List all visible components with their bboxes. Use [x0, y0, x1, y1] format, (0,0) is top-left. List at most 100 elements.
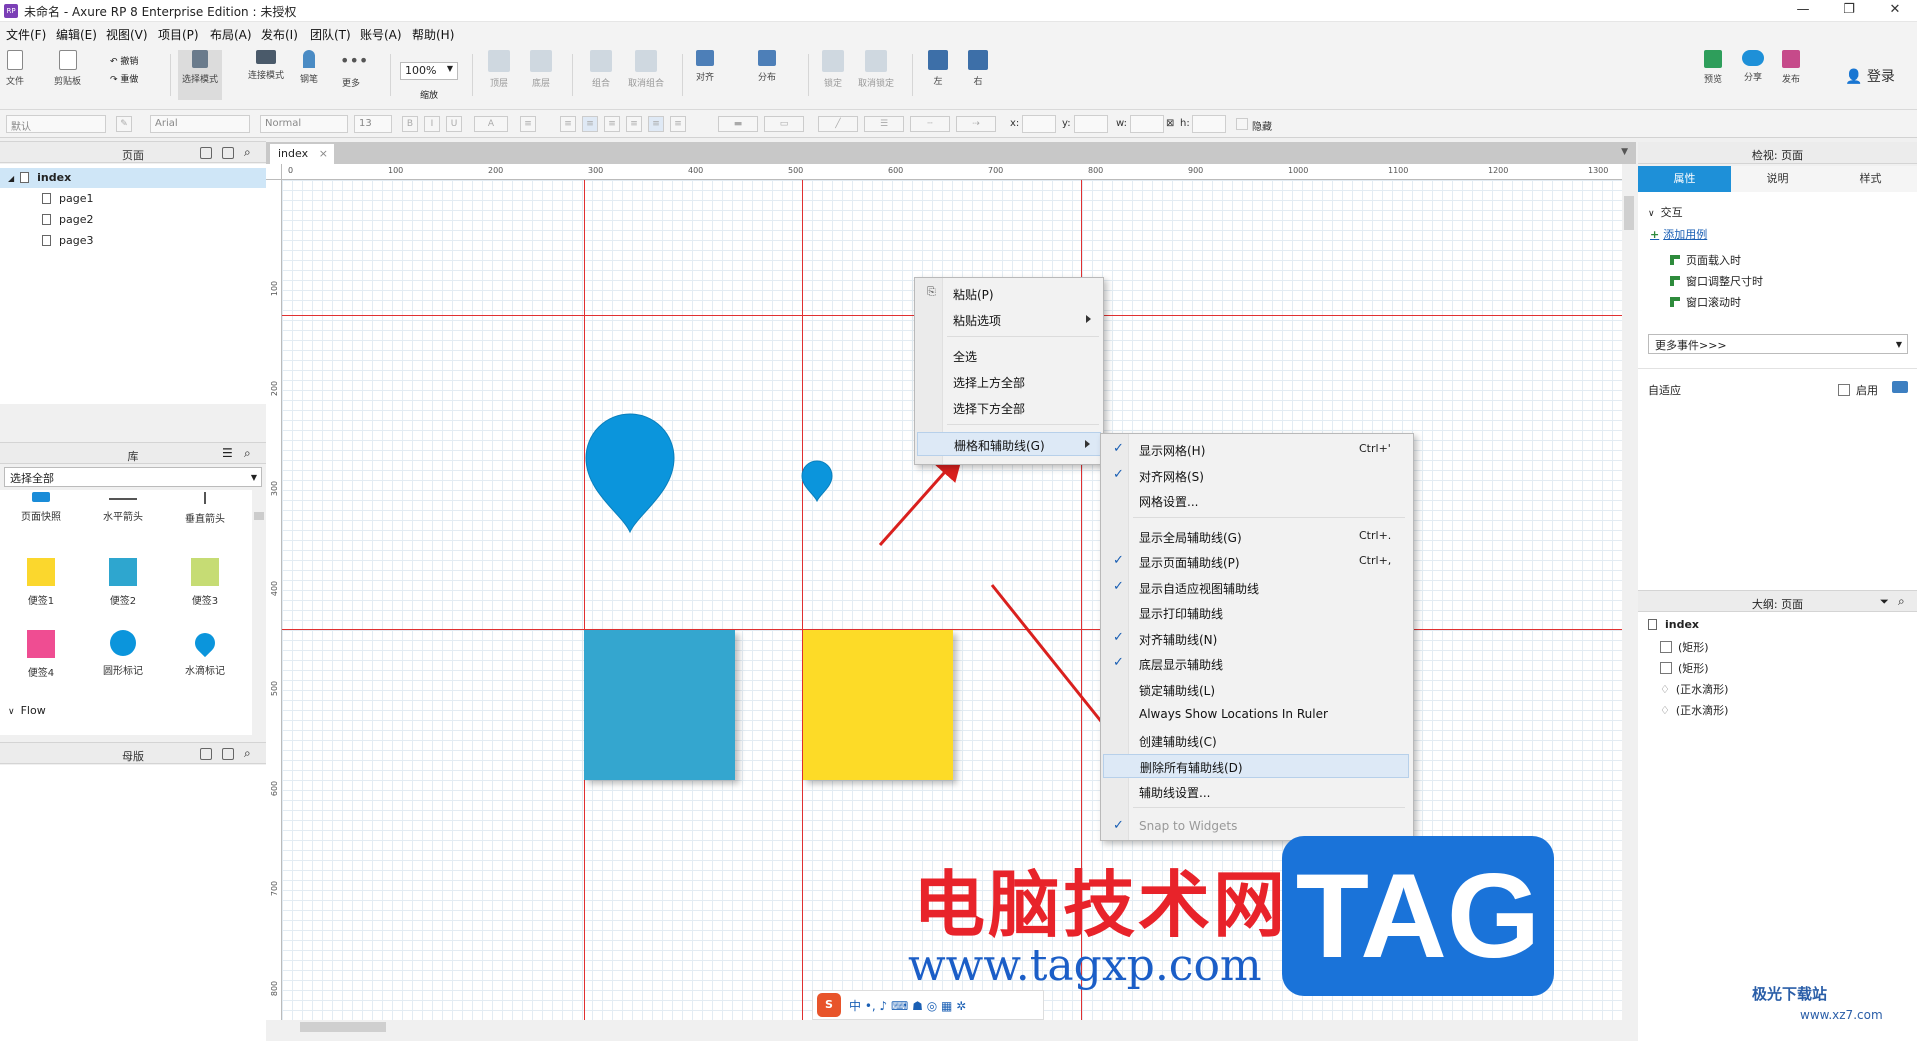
ungroup-button[interactable]: 取消组合 [628, 50, 664, 89]
align-button[interactable]: 对齐 [696, 50, 714, 83]
font-size-select[interactable]: 13 [354, 115, 392, 133]
add-folder-icon[interactable] [222, 748, 234, 760]
publish-button[interactable]: 发布 [1782, 50, 1800, 85]
search-icon[interactable]: ⌕ [244, 145, 251, 160]
submenu-item[interactable]: 显示全局辅助线(G) Ctrl+. [1103, 525, 1409, 549]
vertical-ruler[interactable]: 100 200 300 400 500 600 700 800 [266, 180, 282, 1020]
valign-top-icon[interactable]: ≡ [626, 116, 642, 132]
clipboard-button[interactable]: 剪贴板 [54, 50, 81, 87]
add-page-icon[interactable] [200, 147, 212, 159]
line-color-icon[interactable]: ╱ [818, 116, 858, 132]
left-panel-toggle[interactable]: 左 [928, 50, 948, 87]
menu-account[interactable]: 账号(A) [360, 26, 402, 43]
align-center-icon[interactable]: ≡ [582, 116, 598, 132]
event-page-load[interactable]: 页面载入时 [1670, 252, 1741, 268]
tab-style[interactable]: 样式 [1824, 166, 1917, 192]
valign-middle-icon[interactable]: ≡ [648, 116, 664, 132]
adaptive-settings-icon[interactable] [1892, 381, 1908, 393]
hidden-checkbox[interactable] [1236, 118, 1248, 130]
lib-item-sticky1[interactable]: 便签1 [6, 558, 76, 607]
event-window-resize[interactable]: 窗口调整尺寸时 [1670, 273, 1763, 289]
submenu-item[interactable]: 辅助线设置... [1103, 780, 1409, 804]
outline-item-rect[interactable]: (矩形) [1660, 639, 1709, 655]
submenu-item[interactable]: ✓ 底层显示辅助线 [1103, 652, 1409, 676]
menu-project[interactable]: 项目(P) [158, 26, 199, 43]
page-item-page2[interactable]: page2 [42, 213, 93, 226]
zoom-select[interactable]: 100% ▼ [400, 62, 458, 80]
submenu-item[interactable]: ✓ 对齐辅助线(N) [1103, 627, 1409, 651]
adaptive-enable-checkbox[interactable]: 启用 [1838, 382, 1878, 398]
maximize-icon[interactable]: ❐ [1826, 0, 1872, 22]
align-left-icon[interactable]: ≡ [560, 116, 576, 132]
shadow-icon[interactable]: ▭ [764, 116, 804, 132]
font-select[interactable]: Arial [150, 115, 250, 133]
unlock-button[interactable]: 取消锁定 [858, 50, 894, 89]
chevron-down-icon[interactable]: ▼ [1621, 147, 1628, 157]
menu-file[interactable]: 文件(F) [6, 26, 46, 43]
lib-item-horizontal-arrow[interactable]: 水平箭头 [88, 492, 158, 523]
library-scrollbar[interactable] [252, 490, 266, 735]
lib-item-sticky2[interactable]: 便签2 [88, 558, 158, 607]
style-edit-icon[interactable]: ✎ [116, 116, 132, 132]
y-input[interactable] [1074, 115, 1108, 133]
arrow-style-icon[interactable]: ⇢ [956, 116, 996, 132]
add-case-link[interactable]: + 添加用例 [1650, 226, 1707, 242]
lib-item-vertical-arrow[interactable]: 垂直箭头 [170, 492, 240, 525]
tab-notes[interactable]: 说明 [1731, 166, 1824, 192]
add-master-icon[interactable] [200, 748, 212, 760]
menu-item-paste-options[interactable]: 粘贴选项 [917, 308, 1101, 332]
distribute-button[interactable]: 分布 [758, 50, 776, 83]
x-input[interactable] [1022, 115, 1056, 133]
redo-button[interactable]: ↷ 重做 [110, 72, 138, 85]
search-icon[interactable]: ⌕ [244, 746, 251, 761]
submenu-item[interactable]: ✓ 显示网格(H) Ctrl+' [1103, 438, 1409, 462]
style-select[interactable]: 默认 [6, 115, 106, 133]
group-button[interactable]: 组合 [590, 50, 612, 89]
more-button[interactable]: ••• 更多 [340, 50, 368, 89]
h-input[interactable] [1192, 115, 1226, 133]
close-icon[interactable]: × [319, 147, 328, 160]
water-drop-shape-small[interactable] [800, 460, 834, 502]
w-input[interactable] [1130, 115, 1164, 133]
submenu-item[interactable]: ✓ 显示自适应视图辅助线 [1103, 576, 1409, 600]
tab-properties[interactable]: 属性 [1638, 166, 1731, 192]
submenu-item[interactable]: 显示打印辅助线 [1103, 601, 1409, 625]
outline-item-drop[interactable]: ♢ (正水滴形) [1660, 681, 1728, 697]
event-window-scroll[interactable]: 窗口滚动时 [1670, 294, 1741, 310]
lib-item-circle-marker[interactable]: 圆形标记 [88, 630, 158, 677]
valign-bottom-icon[interactable]: ≡ [670, 116, 686, 132]
submenu-item[interactable]: ✓ 显示页面辅助线(P) Ctrl+, [1103, 550, 1409, 574]
fill-color-icon[interactable]: ▬ [718, 116, 758, 132]
scroll-thumb[interactable] [1624, 196, 1634, 230]
lib-item-sticky3[interactable]: 便签3 [170, 558, 240, 607]
lock-ratio-icon[interactable]: ⊠ [1166, 118, 1174, 129]
font-weight-select[interactable]: Normal [260, 115, 348, 133]
bold-icon[interactable]: B [402, 116, 418, 132]
water-drop-shape-large[interactable] [582, 410, 678, 534]
ime-mode-icon[interactable]: 中 •, ♪ ⌨ ☗ ◎ ▦ ✲ [849, 997, 966, 1014]
menu-team[interactable]: 团队(T) [310, 26, 351, 43]
italic-icon[interactable]: I [424, 116, 440, 132]
horizontal-ruler[interactable]: 0 100 200 300 400 500 600 700 800 900 1000 1100 1200… [282, 164, 1622, 180]
lib-item-sticky4[interactable]: 便签4 [6, 630, 76, 679]
filter-icon[interactable]: ⏷ [1880, 595, 1889, 609]
page-item-page1[interactable]: page1 [42, 192, 93, 205]
guide-line-vertical[interactable] [584, 180, 585, 1020]
guide-line-vertical[interactable] [802, 180, 803, 1020]
outline-item-rect[interactable]: (矩形) [1660, 660, 1709, 676]
menu-publish[interactable]: 发布(I) [261, 26, 298, 43]
bullet-list-icon[interactable]: ≡ [520, 116, 536, 132]
outline-item-drop[interactable]: ♢ (正水滴形) [1660, 702, 1728, 718]
pen-button[interactable]: 钢笔 [300, 50, 318, 85]
submenu-item[interactable]: 删除所有辅助线(D) [1103, 754, 1409, 778]
bring-top-button[interactable]: 顶层 [488, 50, 510, 89]
lock-button[interactable]: 锁定 [822, 50, 844, 89]
close-icon[interactable]: ✕ [1872, 0, 1917, 22]
rectangle-blue[interactable] [584, 630, 735, 780]
sogou-icon[interactable]: S [817, 993, 841, 1017]
library-section-flow[interactable]: ∨ Flow [8, 704, 46, 717]
library-select[interactable]: 选择全部 ▼ [4, 467, 262, 487]
minimize-icon[interactable]: — [1780, 0, 1826, 22]
file-button[interactable]: 文件 [6, 50, 24, 87]
scroll-thumb[interactable] [300, 1022, 386, 1032]
